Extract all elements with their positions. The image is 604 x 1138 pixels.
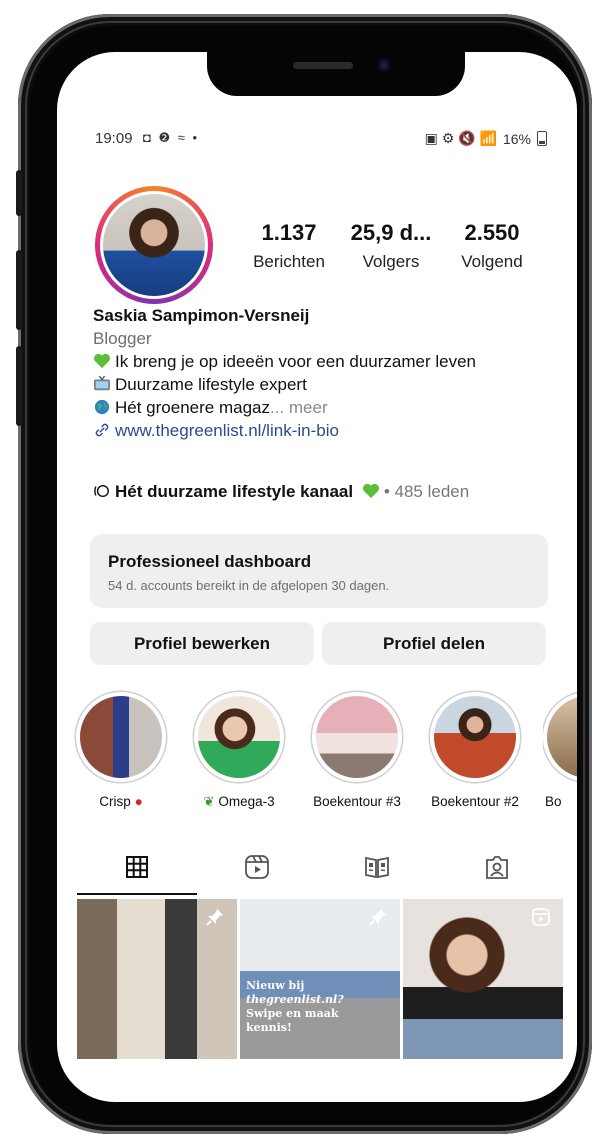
channel-icon bbox=[94, 484, 109, 498]
reels-icon bbox=[245, 855, 269, 879]
avatar-photo bbox=[103, 194, 205, 296]
bio-link-row[interactable]: www.thegreenlist.nl/link-in-bio bbox=[93, 419, 563, 442]
highlight-label: Bo bbox=[545, 794, 562, 809]
tab-reels[interactable] bbox=[197, 842, 317, 892]
speaker-grille bbox=[293, 62, 353, 69]
volume-up-button bbox=[16, 250, 22, 330]
active-tab-indicator bbox=[77, 893, 197, 895]
pin-icon bbox=[369, 909, 386, 926]
profile-name: Saskia Sampimon-Versneij bbox=[93, 306, 310, 325]
status-time: 19:09 bbox=[95, 130, 133, 147]
broadcast-channel[interactable]: Hét duurzame lifestyle kanaal • 485 lede… bbox=[93, 482, 469, 502]
status-notification-icons: ◘ ❷ ≈ • bbox=[143, 130, 200, 145]
phone-notch bbox=[207, 52, 465, 96]
channel-name: Hét duurzame lifestyle kanaal bbox=[115, 482, 354, 501]
status-bar: 19:09 ◘ ❷ ≈ • ▣ ⚙ 🔇 📶 16% bbox=[57, 130, 577, 152]
status-icons-group: ▣ ⚙ 🔇 📶 bbox=[424, 130, 497, 146]
highlight-item[interactable]: Boekentour #3 bbox=[307, 692, 407, 809]
highlight-ring bbox=[76, 692, 166, 782]
bio-more-link[interactable]: ... meer bbox=[270, 398, 328, 417]
bio-line-1-text: Ik breng je op ideeën voor een duurzamer… bbox=[115, 352, 477, 371]
highlight-ring bbox=[194, 692, 284, 782]
tagged-icon bbox=[486, 856, 508, 879]
highlight-item[interactable]: Bo bbox=[543, 692, 577, 809]
profile-bio: Saskia Sampimon-Versneij Blogger Ik bren… bbox=[93, 304, 563, 442]
stat-posts-count: 1.137 bbox=[261, 220, 317, 245]
post-caption-line: kennis! bbox=[246, 1021, 292, 1034]
stat-posts[interactable]: 1.137 Berichten bbox=[239, 220, 339, 272]
green-heart-icon bbox=[362, 483, 379, 499]
post-caption-line: Nieuw bij bbox=[246, 979, 305, 992]
highlight-label: Crisp ● bbox=[99, 794, 143, 809]
bio-line-1: Ik breng je op ideeën voor een duurzamer… bbox=[93, 350, 563, 373]
profile-tabs bbox=[77, 842, 577, 892]
highlight-item[interactable]: Boekentour #2 bbox=[425, 692, 525, 809]
post-grid: Nieuw bij thegreenlist.nl? Swipe en maak… bbox=[77, 899, 563, 1059]
stat-following-count: 2.550 bbox=[464, 220, 520, 245]
highlight-ring bbox=[543, 692, 577, 782]
highlight-cover bbox=[434, 696, 516, 778]
highlight-cover bbox=[547, 696, 577, 778]
profile-category: Blogger bbox=[93, 329, 152, 348]
avatar[interactable] bbox=[100, 191, 208, 299]
volume-down-button bbox=[16, 346, 22, 426]
phone-screen: 19:09 ◘ ❷ ≈ • ▣ ⚙ 🔇 📶 16% 1.137 Berichte… bbox=[57, 52, 577, 1102]
front-camera bbox=[377, 58, 391, 72]
strawberry-icon: ● bbox=[134, 794, 143, 809]
post-caption-line: thegreenlist.nl? bbox=[246, 993, 344, 1006]
edit-profile-button[interactable]: Profiel bewerken bbox=[90, 622, 314, 665]
tab-guides[interactable] bbox=[317, 842, 437, 892]
stat-followers-count: 25,9 d... bbox=[350, 220, 432, 245]
guides-icon bbox=[365, 856, 389, 879]
bio-line-3-text: Hét groenere magaz bbox=[115, 398, 270, 417]
bio-line-3[interactable]: Hét groenere magaz... meer bbox=[93, 396, 563, 419]
highlight-cover bbox=[198, 696, 280, 778]
bio-line-2: Duurzame lifestyle expert bbox=[93, 373, 563, 396]
highlight-ring bbox=[312, 692, 402, 782]
highlight-ring bbox=[430, 692, 520, 782]
post-caption-line: Swipe en maak bbox=[246, 1007, 339, 1020]
post-tile[interactable]: Nieuw bij thegreenlist.nl? Swipe en maak… bbox=[240, 899, 400, 1059]
battery-icon bbox=[537, 131, 547, 146]
highlight-label: ❦ Omega-3 bbox=[203, 794, 275, 809]
share-profile-button[interactable]: Profiel delen bbox=[322, 622, 546, 665]
highlight-label: Boekentour #3 bbox=[313, 794, 401, 809]
channel-members: • 485 leden bbox=[383, 482, 470, 501]
link-icon bbox=[95, 423, 109, 437]
stat-following[interactable]: 2.550 Volgend bbox=[442, 220, 542, 272]
stat-followers[interactable]: 25,9 d... Volgers bbox=[341, 220, 441, 272]
globe-icon bbox=[94, 399, 110, 415]
grid-icon bbox=[126, 856, 148, 878]
post-caption: Nieuw bij thegreenlist.nl? Swipe en maak… bbox=[246, 979, 366, 1035]
highlight-cover bbox=[80, 696, 162, 778]
battery-percentage: 16% bbox=[502, 130, 531, 147]
highlight-item[interactable]: ❦ Omega-3 bbox=[189, 692, 289, 810]
dashboard-title: Professioneel dashboard bbox=[108, 552, 312, 571]
stat-posts-label: Berichten bbox=[253, 252, 325, 271]
profile-avatar-ring[interactable] bbox=[95, 186, 213, 304]
highlight-cover bbox=[316, 696, 398, 778]
post-tile[interactable] bbox=[77, 899, 237, 1059]
tv-icon bbox=[94, 376, 110, 391]
seedling-icon: ❦ bbox=[203, 794, 215, 809]
pin-icon bbox=[206, 909, 223, 926]
highlight-item[interactable]: Crisp ● bbox=[71, 692, 171, 809]
tab-tagged[interactable] bbox=[437, 842, 557, 892]
green-heart-icon bbox=[94, 353, 110, 369]
highlight-label: Boekentour #2 bbox=[431, 794, 519, 809]
tab-posts[interactable] bbox=[77, 842, 197, 892]
professional-dashboard[interactable]: Professioneel dashboard 54 d. accounts b… bbox=[90, 534, 548, 608]
status-system-icons: ▣ ⚙ 🔇 📶 16% bbox=[425, 130, 547, 147]
stat-following-label: Volgend bbox=[461, 252, 523, 271]
bio-link[interactable]: www.thegreenlist.nl/link-in-bio bbox=[115, 421, 339, 440]
dashboard-subtitle: 54 d. accounts bereikt in de afgelopen 3… bbox=[108, 578, 390, 593]
bio-line-2-text: Duurzame lifestyle expert bbox=[115, 375, 307, 394]
stat-followers-label: Volgers bbox=[362, 252, 420, 271]
post-tile[interactable] bbox=[403, 899, 563, 1059]
reel-icon bbox=[532, 908, 550, 926]
side-button bbox=[16, 170, 22, 216]
